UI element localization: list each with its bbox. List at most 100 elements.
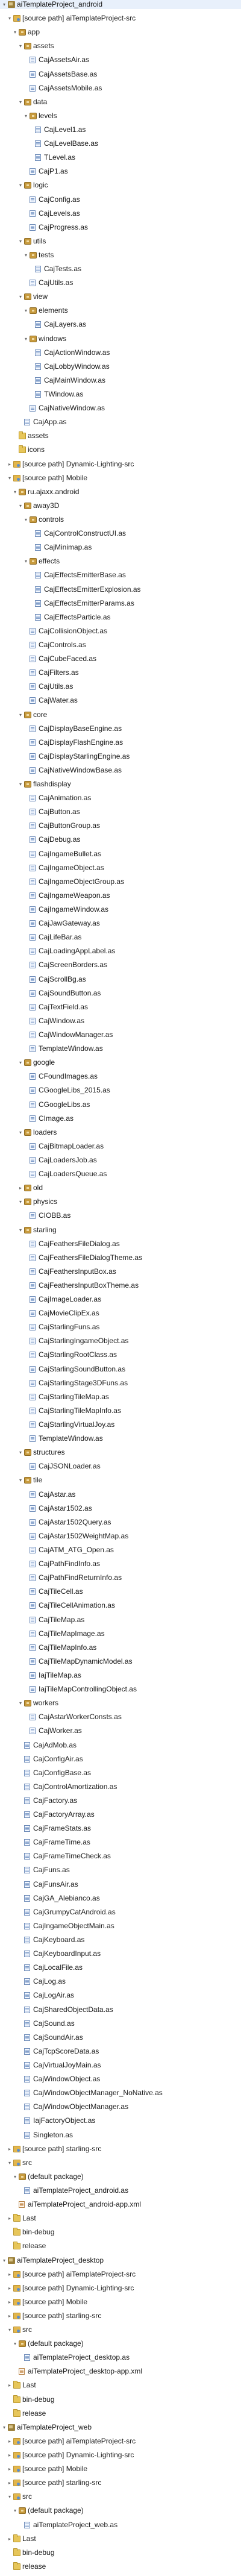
tree-node[interactable]: CajStarlingTileMapInfo.as — [0, 1406, 241, 1415]
collapse-arrow-icon[interactable]: ▾ — [23, 557, 29, 566]
tree-node[interactable]: ▾ physics — [0, 1197, 241, 1206]
expand-arrow-icon[interactable]: ▸ — [7, 460, 13, 469]
tree-node[interactable]: CajDisplayBaseEngine.as — [0, 724, 241, 733]
tree-node[interactable]: TWindow.as — [0, 390, 241, 399]
tree-node[interactable]: CajSoundAir.as — [0, 2033, 241, 2042]
tree-node[interactable]: CajTileCell.as — [0, 1587, 241, 1596]
tree-node[interactable]: CajStarlingRootClass.as — [0, 1350, 241, 1359]
tree-node[interactable]: ▸ [source path] starling-src — [0, 2478, 241, 2487]
tree-node[interactable]: CImage.as — [0, 1114, 241, 1123]
tree-node[interactable]: ▾ [source path] aiTemplateProject-src — [0, 14, 241, 23]
tree-node[interactable]: CajAstar1502Query.as — [0, 1518, 241, 1527]
tree-node[interactable]: CajSharedObjectData.as — [0, 2005, 241, 2014]
tree-node[interactable]: CajWindowObjectManager.as — [0, 2102, 241, 2111]
tree-node[interactable]: CajTileMap.as — [0, 1615, 241, 1625]
tree-node[interactable]: CajLifeBar.as — [0, 933, 241, 942]
collapse-arrow-icon[interactable]: ▾ — [17, 181, 23, 190]
tree-node[interactable]: CajMovieClipEx.as — [0, 1309, 241, 1318]
collapse-arrow-icon[interactable]: ▾ — [17, 98, 23, 107]
collapse-arrow-icon[interactable]: ▾ — [12, 2172, 18, 2181]
tree-node[interactable]: CajFuns.as — [0, 1866, 241, 1875]
tree-node[interactable]: ▾ core — [0, 710, 241, 719]
tree-node[interactable]: CajGA_Alebianco.as — [0, 1894, 241, 1903]
tree-node[interactable]: ▾ flashdisplay — [0, 780, 241, 789]
collapse-arrow-icon[interactable]: ▾ — [7, 474, 13, 483]
tree-node[interactable]: CajAssetsAir.as — [0, 55, 241, 64]
tree-node[interactable]: CajNativeWindow.as — [0, 404, 241, 413]
tree-node[interactable]: aiTemplateProject_web.as — [0, 2521, 241, 2530]
tree-node[interactable]: ▾ structures — [0, 1448, 241, 1457]
tree-node[interactable]: ▸ [source path] Mobile — [0, 2465, 241, 2474]
tree-node[interactable]: ▾ (default package) — [0, 2172, 241, 2181]
tree-node[interactable]: ▸ [source path] Dynamic-Lighting-src — [0, 2451, 241, 2460]
tree-node[interactable]: CajDisplayFlashEngine.as — [0, 738, 241, 747]
tree-node[interactable]: ▾ workers — [0, 1699, 241, 1708]
tree-node[interactable]: CajStarlingSoundButton.as — [0, 1365, 241, 1374]
tree-node[interactable]: ▸ old — [0, 1183, 241, 1192]
tree-node[interactable]: CajNativeWindowBase.as — [0, 766, 241, 775]
tree-node[interactable]: ▾ (default package) — [0, 2506, 241, 2515]
tree-node[interactable]: CajAstar1502WeightMap.as — [0, 1532, 241, 1541]
tree-node[interactable]: CajWindow.as — [0, 1017, 241, 1026]
tree-node[interactable]: CajControlAmortization.as — [0, 1782, 241, 1791]
tree-node[interactable]: ▾ windows — [0, 334, 241, 343]
tree-node[interactable]: ▾ controls — [0, 515, 241, 524]
tree-node[interactable]: CajTileMapImage.as — [0, 1629, 241, 1638]
tree-node[interactable]: CajWorker.as — [0, 1726, 241, 1735]
expand-arrow-icon[interactable]: ▸ — [7, 2145, 13, 2154]
tree-node[interactable]: CajProgress.as — [0, 223, 241, 232]
tree-node[interactable]: CajPathFindReturnInfo.as — [0, 1573, 241, 1582]
tree-node[interactable]: CajAstar1502.as — [0, 1504, 241, 1513]
collapse-arrow-icon[interactable]: ▾ — [17, 1476, 23, 1485]
collapse-arrow-icon[interactable]: ▾ — [12, 2339, 18, 2348]
tree-node[interactable]: CajTextField.as — [0, 1003, 241, 1012]
tree-node[interactable]: CajTileMapDynamicModel.as — [0, 1657, 241, 1666]
tree-node[interactable]: aiTemplateProject_android-app.xml — [0, 2200, 241, 2209]
tree-node[interactable]: CajKeyboard.as — [0, 1935, 241, 1945]
tree-node[interactable]: ▾ src — [0, 2492, 241, 2501]
tree-node[interactable]: aiTemplateProject_desktop.as — [0, 2353, 241, 2362]
tree-node[interactable]: CajScreenBorders.as — [0, 961, 241, 970]
tree-node[interactable]: CajLog.as — [0, 1977, 241, 1986]
tree-node[interactable]: CajConfigAir.as — [0, 1755, 241, 1764]
tree-node[interactable]: ▾ logic — [0, 181, 241, 190]
collapse-arrow-icon[interactable]: ▾ — [23, 251, 29, 260]
tree-node[interactable]: CajButton.as — [0, 807, 241, 816]
expand-arrow-icon[interactable]: ▸ — [7, 2465, 13, 2474]
collapse-arrow-icon[interactable]: ▾ — [17, 710, 23, 719]
tree-node[interactable]: CajATM_ATG_Open.as — [0, 1546, 241, 1555]
expand-arrow-icon[interactable]: ▸ — [7, 2214, 13, 2223]
collapse-arrow-icon[interactable]: ▾ — [17, 42, 23, 51]
tree-node[interactable]: ▸ [source path] aiTemplateProject-src — [0, 2437, 241, 2446]
expand-arrow-icon[interactable]: ▸ — [7, 2381, 13, 2390]
tree-node[interactable]: ▾ tests — [0, 251, 241, 260]
tree-node[interactable]: ▾ [source path] Mobile — [0, 474, 241, 483]
tree-node[interactable]: CajGrumpyCatAndroid.as — [0, 1908, 241, 1917]
tree-node[interactable]: CajLoadingAppLabel.as — [0, 947, 241, 956]
tree-node[interactable]: CajSoundButton.as — [0, 989, 241, 998]
tree-node[interactable]: CajTests.as — [0, 265, 241, 274]
collapse-arrow-icon[interactable]: ▾ — [1, 2423, 7, 2432]
tree-node[interactable]: CajIngameObject.as — [0, 863, 241, 873]
tree-node[interactable]: ▸ [source path] starling-src — [0, 2145, 241, 2154]
tree-node[interactable]: release — [0, 2562, 241, 2571]
tree-node[interactable]: CajKeyboardInput.as — [0, 1949, 241, 1958]
tree-node[interactable]: CajWindowObjectManager_NoNative.as — [0, 2089, 241, 2098]
tree-node[interactable]: release — [0, 2408, 241, 2418]
tree-node[interactable]: CajIngameObjectGroup.as — [0, 877, 241, 886]
collapse-arrow-icon[interactable]: ▾ — [12, 28, 18, 37]
collapse-arrow-icon[interactable]: ▾ — [23, 515, 29, 524]
tree-node[interactable]: CajEffectsEmitterParams.as — [0, 599, 241, 608]
tree-node[interactable]: ▸ Last — [0, 2381, 241, 2390]
tree-node[interactable]: CajLoadersQueue.as — [0, 1170, 241, 1179]
tree-node[interactable]: ▾ google — [0, 1058, 241, 1067]
tree-node[interactable]: CajFeathersInputBox.as — [0, 1267, 241, 1276]
tree-node[interactable]: bin-debug — [0, 2395, 241, 2404]
tree-node[interactable]: ▾ app — [0, 28, 241, 37]
tree-node[interactable]: CajActionWindow.as — [0, 348, 241, 357]
tree-node[interactable]: CajLayers.as — [0, 320, 241, 329]
tree-node[interactable]: CajStarlingFuns.as — [0, 1323, 241, 1332]
collapse-arrow-icon[interactable]: ▾ — [17, 292, 23, 301]
tree-node[interactable]: CajFactory.as — [0, 1796, 241, 1805]
expand-arrow-icon[interactable]: ▸ — [7, 2478, 13, 2487]
